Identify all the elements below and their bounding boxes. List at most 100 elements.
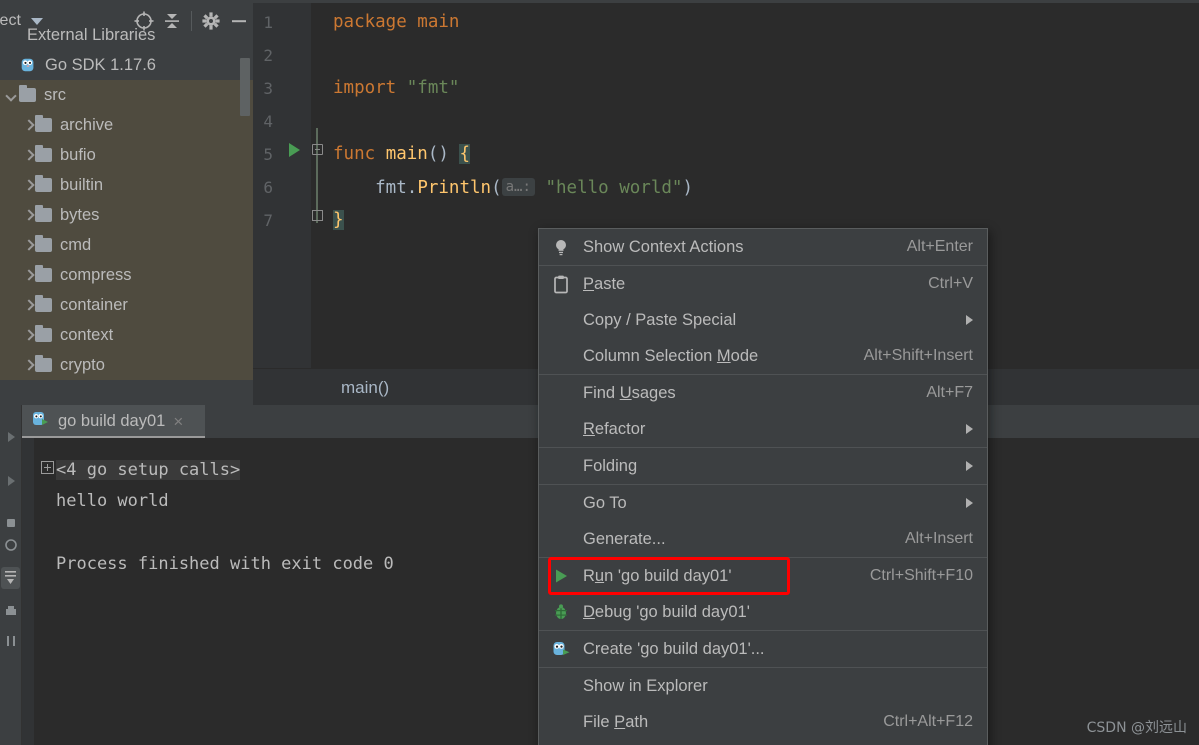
restart-icon[interactable] — [3, 537, 19, 553]
tree-item-bufio[interactable]: bufio — [0, 140, 253, 170]
console-line: Process finished with exit code 0 — [56, 554, 394, 574]
code-line[interactable]: fmt.Println(a…: "hello world") — [333, 171, 693, 204]
code-line[interactable]: func main() { — [333, 138, 470, 171]
tree-item-context[interactable]: context — [0, 320, 253, 350]
code-token: "fmt" — [406, 78, 460, 98]
tree-item-label: compress — [60, 265, 132, 284]
chevron-right-icon[interactable] — [22, 359, 35, 372]
menu-item-shortcut: Ctrl+Shift+F10 — [869, 567, 973, 584]
tree-item-go-sdk-1-17-6[interactable]: Go SDK 1.17.6 — [0, 50, 253, 80]
folder-icon — [35, 295, 52, 312]
project-scrollbar[interactable] — [240, 58, 250, 116]
editor-gutter[interactable]: 1 2 3 4 5 6 7 — [253, 3, 311, 368]
menu-item-shortcut: Alt+Shift+Insert — [863, 347, 973, 364]
stop-icon[interactable] — [3, 515, 19, 531]
menu-item-copy-paste-special[interactable]: Copy / Paste Special — [539, 302, 987, 338]
code-line[interactable]: } — [333, 204, 344, 237]
folder-icon — [35, 175, 52, 192]
menu-item-column-selection-mode[interactable]: Column Selection Mode Alt+Shift+Insert — [539, 338, 987, 374]
folder-icon — [35, 205, 52, 222]
expand-icon[interactable] — [41, 461, 54, 474]
code-token: } — [333, 210, 344, 230]
menu-item-shortcut: Ctrl+V — [928, 275, 973, 292]
menu-item-run-go-build-day01[interactable]: Run 'go build day01' Ctrl+Shift+F10 — [539, 558, 987, 594]
run-actions-toolbar[interactable] — [0, 405, 22, 745]
tree-item-label: archive — [60, 115, 114, 134]
tree-item-bytes[interactable]: bytes — [0, 200, 253, 230]
menu-item-paste[interactable]: Paste Ctrl+V — [539, 266, 987, 302]
tree-item-crypto[interactable]: crypto — [0, 350, 253, 380]
ide-window: ject — [0, 0, 1199, 745]
menu-item-refactor[interactable]: Refactor — [539, 411, 987, 447]
menu-item-find-usages[interactable]: Find Usages Alt+F7 — [539, 375, 987, 411]
bug-icon — [551, 602, 573, 622]
menu-item-shortcut: Alt+Enter — [906, 238, 973, 255]
console-gutter — [22, 438, 34, 745]
close-icon[interactable]: × — [173, 413, 183, 430]
tree-item-external-libraries[interactable]: External Libraries — [0, 20, 253, 50]
chevron-right-icon[interactable] — [22, 239, 35, 252]
menu-item-go-to[interactable]: Go To — [539, 485, 987, 521]
code-token: . — [406, 178, 418, 198]
code-token: a…: — [501, 178, 535, 196]
run-tab-go-build-day01[interactable]: go build day01 × — [22, 405, 205, 438]
tree-item-label: crypto — [60, 355, 105, 374]
tree-item-compress[interactable]: compress — [0, 260, 253, 290]
folder-icon — [35, 325, 52, 342]
line-number: 7 — [263, 211, 273, 230]
project-tree[interactable]: External Libraries Go SDK 1.17.6 src archiv… — [0, 20, 253, 383]
menu-item-label: Debug 'go build day01' — [583, 602, 750, 621]
chevron-right-icon[interactable] — [22, 149, 35, 162]
gopher-icon — [551, 639, 573, 659]
tree-item-label: bufio — [60, 145, 96, 164]
tree-item-builtin[interactable]: builtin — [0, 170, 253, 200]
line-number: 6 — [263, 178, 273, 197]
menu-item-open-in-terminal[interactable]: Open in Terminal — [539, 740, 987, 745]
menu-item-label: Folding — [583, 456, 638, 475]
rerun-icon[interactable] — [3, 429, 19, 445]
code-token: import — [333, 78, 407, 98]
print-icon[interactable] — [3, 603, 19, 619]
menu-item-folding[interactable]: Folding — [539, 448, 987, 484]
soft-wrap-icon[interactable] — [3, 633, 19, 649]
tree-item-src[interactable]: src — [0, 80, 253, 110]
chevron-right-icon[interactable] — [22, 209, 35, 222]
menu-item-no-icon — [551, 712, 573, 732]
resume-icon[interactable] — [3, 473, 19, 489]
run-gutter-icon[interactable] — [289, 143, 300, 157]
tree-item-archive[interactable]: archive — [0, 110, 253, 140]
menu-item-label: Create 'go build day01'... — [583, 639, 765, 658]
editor-context-menu[interactable]: Show Context Actions Alt+Enter Paste Ctrl+V… — [538, 228, 988, 745]
menu-item-show-in-explorer[interactable]: Show in Explorer — [539, 668, 987, 704]
chevron-right-icon[interactable] — [22, 119, 35, 132]
tree-item-label: container — [60, 295, 128, 314]
code-token: () — [427, 144, 460, 164]
code-line[interactable]: import "fmt" — [333, 72, 459, 105]
menu-item-label: Paste — [583, 274, 626, 293]
clipboard-icon — [551, 274, 573, 294]
menu-item-label: Generate... — [583, 529, 666, 548]
menu-item-no-icon — [551, 310, 573, 330]
chevron-down-icon[interactable] — [6, 89, 19, 102]
fold-end-icon[interactable] — [312, 210, 323, 221]
menu-item-label: Column Selection Mode — [583, 346, 759, 365]
menu-item-file-path[interactable]: File Path Ctrl+Alt+F12 — [539, 704, 987, 740]
line-number: 5 — [263, 145, 273, 164]
chevron-right-icon[interactable] — [22, 329, 35, 342]
tree-item-cmd[interactable]: cmd — [0, 230, 253, 260]
breadcrumb[interactable]: main() — [341, 378, 389, 398]
chevron-right-icon[interactable] — [22, 179, 35, 192]
menu-item-create-go-build-day01[interactable]: Create 'go build day01'... — [539, 631, 987, 667]
run-tab-label: go build day01 — [58, 412, 166, 430]
menu-item-no-icon — [551, 456, 573, 476]
tree-item-container[interactable]: container — [0, 290, 253, 320]
menu-item-debug-go-build-day01[interactable]: Debug 'go build day01' — [539, 594, 987, 630]
code-line[interactable]: package main — [333, 6, 459, 39]
menu-item-generate[interactable]: Generate... Alt+Insert — [539, 521, 987, 557]
chevron-right-icon[interactable] — [22, 299, 35, 312]
menu-item-show-context-actions[interactable]: Show Context Actions Alt+Enter — [539, 229, 987, 265]
scroll-to-end-icon[interactable] — [1, 567, 20, 589]
chevron-right-icon[interactable] — [22, 269, 35, 282]
fold-collapse-icon[interactable] — [312, 144, 323, 155]
console-fold-label[interactable]: <4 go setup calls> — [56, 460, 241, 480]
